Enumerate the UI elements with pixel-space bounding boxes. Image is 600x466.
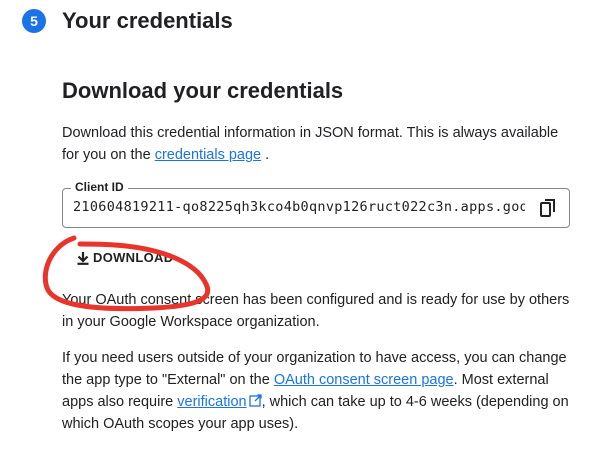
- intro-text: Download this credential information in …: [62, 125, 559, 163]
- oauth-consent-screen-link[interactable]: OAuth consent screen page: [274, 372, 454, 388]
- section-title: Download your credentials: [62, 78, 344, 103]
- copy-icon: [540, 199, 555, 217]
- intro-end: .: [261, 147, 270, 163]
- download-button[interactable]: DOWNLOAD: [70, 244, 179, 271]
- copy-button[interactable]: [537, 197, 559, 219]
- intro-paragraph: Download this credential information in …: [62, 122, 574, 166]
- step-title: Your credentials: [62, 8, 233, 33]
- step-header: 5 Your credentials: [22, 8, 233, 34]
- verification-link[interactable]: verification: [177, 394, 246, 410]
- credentials-page-link[interactable]: credentials page: [155, 147, 261, 163]
- credentials-section: Download your credentials Download this …: [62, 78, 574, 435]
- external-link-icon: [248, 394, 262, 407]
- step-number-badge: 5: [22, 9, 46, 33]
- consent-paragraph: Your OAuth consent screen has been confi…: [62, 292, 570, 330]
- verification-link-text: verification: [177, 394, 247, 410]
- client-id-field[interactable]: Client ID 210604819211-qo8225qh3kco4b0qn…: [62, 180, 570, 228]
- external-paragraph: If you need users outside of your organi…: [62, 347, 574, 435]
- client-id-value[interactable]: 210604819211-qo8225qh3kco4b0qnvp126ruct0…: [73, 199, 525, 215]
- client-id-label: Client ID: [71, 180, 128, 194]
- download-icon: [77, 251, 89, 265]
- download-label: DOWNLOAD: [93, 250, 174, 265]
